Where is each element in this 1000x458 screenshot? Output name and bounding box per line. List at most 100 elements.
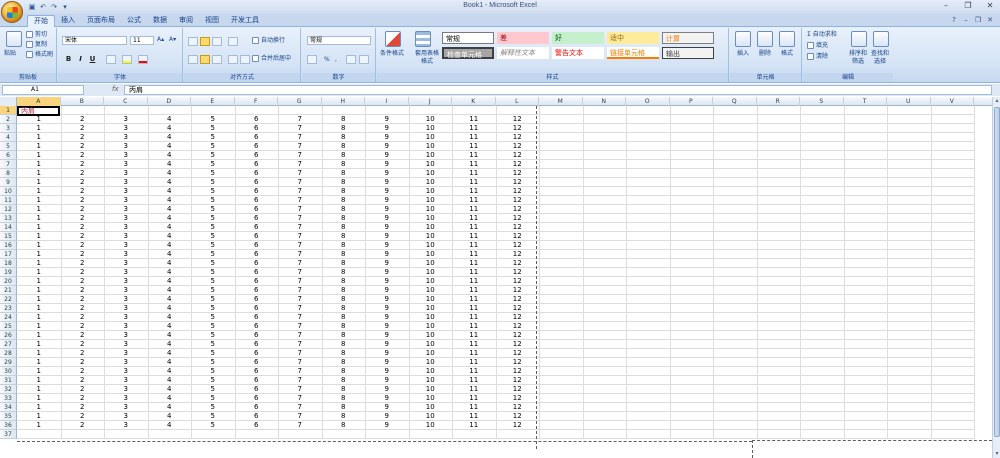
currency-icon[interactable] [307,55,317,64]
select-all-corner[interactable] [0,97,17,106]
cell-g31[interactable]: 7 [278,376,322,385]
cell-a32[interactable]: 1 [17,385,61,394]
column-header-f[interactable]: F [235,97,278,106]
cell-d10[interactable]: 4 [148,187,192,196]
cell-e10[interactable]: 5 [191,187,235,196]
cell-h5[interactable]: 8 [322,142,366,151]
row-header-11[interactable]: 11 [0,196,17,205]
cell-d25[interactable]: 4 [148,322,192,331]
cell-h26[interactable]: 8 [322,331,366,340]
cell-d11[interactable]: 4 [148,196,192,205]
cell-e7[interactable]: 5 [191,160,235,169]
cell-a10[interactable]: 1 [17,187,61,196]
cell-c13[interactable]: 3 [104,214,148,223]
cell-c2[interactable]: 3 [104,115,148,124]
cell-d23[interactable]: 4 [148,304,192,313]
cell-l32[interactable]: 12 [496,385,540,394]
cell-i18[interactable]: 9 [365,259,409,268]
cell-b35[interactable]: 2 [61,412,105,421]
office-button[interactable] [1,1,23,23]
cell-d4[interactable]: 4 [148,133,192,142]
cell-k25[interactable]: 11 [452,322,496,331]
cell-j7[interactable]: 10 [409,160,453,169]
cell-e30[interactable]: 5 [191,367,235,376]
tab-page-layout[interactable]: 页面布局 [81,15,121,27]
cell-b28[interactable]: 2 [61,349,105,358]
style-linked-cell[interactable]: 链接单元格 [607,47,659,59]
cell-f9[interactable]: 6 [235,178,279,187]
cell-a30[interactable]: 1 [17,367,61,376]
cell-a24[interactable]: 1 [17,313,61,322]
cell-k11[interactable]: 11 [452,196,496,205]
percent-button[interactable]: % [324,56,330,64]
cell-h36[interactable]: 8 [322,421,366,430]
cell-c23[interactable]: 3 [104,304,148,313]
cell-g35[interactable]: 7 [278,412,322,421]
row-header-36[interactable]: 36 [0,421,17,430]
cell-i28[interactable]: 9 [365,349,409,358]
cell-j18[interactable]: 10 [409,259,453,268]
cell-b6[interactable]: 2 [61,151,105,160]
cell-e6[interactable]: 5 [191,151,235,160]
cell-c4[interactable]: 3 [104,133,148,142]
help-icon[interactable]: ? [950,16,958,24]
cell-e34[interactable]: 5 [191,403,235,412]
paste-button[interactable]: 粘贴 [4,50,16,58]
cell-j21[interactable]: 10 [409,286,453,295]
cell-j27[interactable]: 10 [409,340,453,349]
cell-a7[interactable]: 1 [17,160,61,169]
cell-d9[interactable]: 4 [148,178,192,187]
cell-k21[interactable]: 11 [452,286,496,295]
cell-b9[interactable]: 2 [61,178,105,187]
column-header-b[interactable]: B [61,97,104,106]
cell-f27[interactable]: 6 [235,340,279,349]
cell-i26[interactable]: 9 [365,331,409,340]
cell-l20[interactable]: 12 [496,277,540,286]
cell-g16[interactable]: 7 [278,241,322,250]
font-size-select[interactable]: 11 [130,36,154,45]
cell-i8[interactable]: 9 [365,169,409,178]
cell-c31[interactable]: 3 [104,376,148,385]
cell-c36[interactable]: 3 [104,421,148,430]
cell-d22[interactable]: 4 [148,295,192,304]
column-header-d[interactable]: D [148,97,191,106]
merge-center-button[interactable]: 合并后居中 [252,55,291,63]
row-header-31[interactable]: 31 [0,376,17,385]
cell-a31[interactable]: 1 [17,376,61,385]
cell-i10[interactable]: 9 [365,187,409,196]
cell-e17[interactable]: 5 [191,250,235,259]
cell-e2[interactable]: 5 [191,115,235,124]
cell-h8[interactable]: 8 [322,169,366,178]
cell-l8[interactable]: 12 [496,169,540,178]
cell-c15[interactable]: 3 [104,232,148,241]
cell-f18[interactable]: 6 [235,259,279,268]
column-header-u[interactable]: U [887,97,931,106]
row-header-25[interactable]: 25 [0,322,17,331]
cell-j25[interactable]: 10 [409,322,453,331]
cell-c9[interactable]: 3 [104,178,148,187]
cell-l4[interactable]: 12 [496,133,540,142]
tab-review[interactable]: 审阅 [173,15,199,27]
cell-i15[interactable]: 9 [365,232,409,241]
cell-d18[interactable]: 4 [148,259,192,268]
cell-e31[interactable]: 5 [191,376,235,385]
row-header-22[interactable]: 22 [0,295,17,304]
cell-g5[interactable]: 7 [278,142,322,151]
cell-a3[interactable]: 1 [17,124,61,133]
tab-data[interactable]: 数据 [147,15,173,27]
cell-d7[interactable]: 4 [148,160,192,169]
cell-b4[interactable]: 2 [61,133,105,142]
cell-k32[interactable]: 11 [452,385,496,394]
column-header-g[interactable]: G [278,97,322,106]
cell-b8[interactable]: 2 [61,169,105,178]
decrease-decimal-icon[interactable] [359,55,369,64]
cell-g2[interactable]: 7 [278,115,322,124]
row-header-17[interactable]: 17 [0,250,17,259]
cell-f34[interactable]: 6 [235,403,279,412]
cell-f25[interactable]: 6 [235,322,279,331]
cell-h27[interactable]: 8 [322,340,366,349]
cell-e12[interactable]: 5 [191,205,235,214]
cell-j12[interactable]: 10 [409,205,453,214]
row-header-32[interactable]: 32 [0,385,17,394]
cell-i7[interactable]: 9 [365,160,409,169]
